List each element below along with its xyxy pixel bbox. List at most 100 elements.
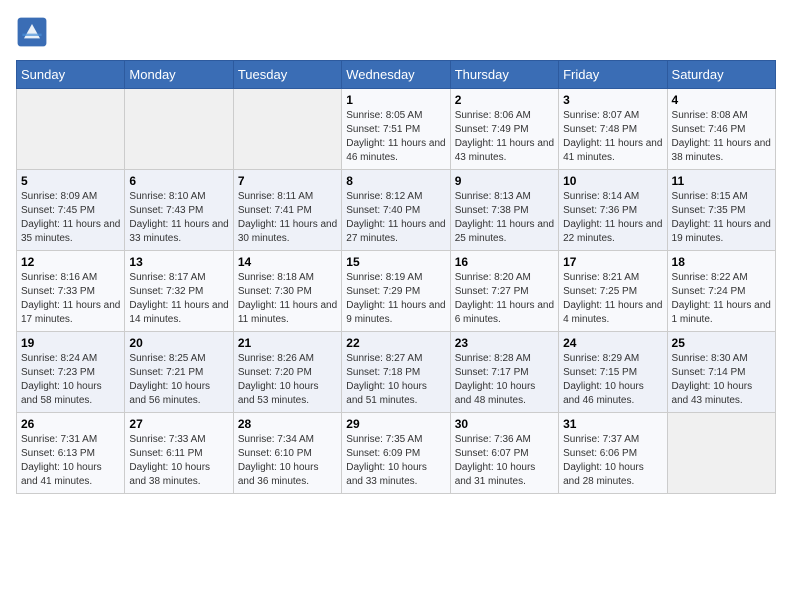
day-number: 24: [563, 336, 662, 350]
day-info: Sunrise: 8:13 AM Sunset: 7:38 PM Dayligh…: [455, 190, 554, 246]
day-info: Sunrise: 8:26 AM Sunset: 7:20 PM Dayligh…: [238, 352, 337, 408]
calendar-cell: 21 Sunrise: 8:26 AM Sunset: 7:20 PM Dayli…: [233, 332, 341, 413]
day-number: 28: [238, 417, 337, 431]
day-number: 6: [129, 174, 228, 188]
calendar-cell: 26 Sunrise: 7:31 AM Sunset: 6:13 PM Dayli…: [17, 413, 125, 494]
weekday-header-sunday: Sunday: [17, 61, 125, 89]
calendar-cell: 24 Sunrise: 8:29 AM Sunset: 7:15 PM Dayli…: [559, 332, 667, 413]
week-row-2: 5Sunrise: 8:09 AM Sunset: 7:45 PM Daylig…: [17, 170, 776, 251]
day-info: Sunrise: 8:18 AM Sunset: 7:30 PM Dayligh…: [238, 271, 337, 327]
day-number: 10: [563, 174, 662, 188]
weekday-row: SundayMondayTuesdayWednesdayThursdayFrid…: [17, 61, 776, 89]
day-number: 14: [238, 255, 337, 269]
day-info: Sunrise: 8:28 AM Sunset: 7:17 PM Dayligh…: [455, 352, 554, 408]
calendar-cell: 20 Sunrise: 8:25 AM Sunset: 7:21 PM Dayli…: [125, 332, 233, 413]
weekday-header-wednesday: Wednesday: [342, 61, 450, 89]
calendar-cell: [17, 89, 125, 170]
logo: [16, 16, 52, 48]
weekday-header-monday: Monday: [125, 61, 233, 89]
weekday-header-tuesday: Tuesday: [233, 61, 341, 89]
day-number: 4: [672, 93, 771, 107]
day-number: 25: [672, 336, 771, 350]
day-info: Sunrise: 8:19 AM Sunset: 7:29 PM Dayligh…: [346, 271, 445, 327]
day-number: 20: [129, 336, 228, 350]
calendar-cell: 31 Sunrise: 7:37 AM Sunset: 6:06 PM Dayli…: [559, 413, 667, 494]
day-info: Sunrise: 7:36 AM Sunset: 6:07 PM Dayligh…: [455, 433, 554, 489]
calendar-cell: 15 Sunrise: 8:19 AM Sunset: 7:29 PM Dayli…: [342, 251, 450, 332]
calendar-cell: 27 Sunrise: 7:33 AM Sunset: 6:11 PM Dayli…: [125, 413, 233, 494]
day-info: Sunrise: 8:24 AM Sunset: 7:23 PM Dayligh…: [21, 352, 120, 408]
day-number: 3: [563, 93, 662, 107]
day-info: Sunrise: 8:08 AM Sunset: 7:46 PM Dayligh…: [672, 109, 771, 165]
calendar-cell: [125, 89, 233, 170]
calendar-cell: 2 Sunrise: 8:06 AM Sunset: 7:49 PM Daylig…: [450, 89, 558, 170]
day-info: Sunrise: 7:35 AM Sunset: 6:09 PM Dayligh…: [346, 433, 445, 489]
day-info: Sunrise: 8:29 AM Sunset: 7:15 PM Dayligh…: [563, 352, 662, 408]
week-row-4: 19 Sunrise: 8:24 AM Sunset: 7:23 PM Dayli…: [17, 332, 776, 413]
day-number: 22: [346, 336, 445, 350]
calendar-cell: 29 Sunrise: 7:35 AM Sunset: 6:09 PM Dayli…: [342, 413, 450, 494]
day-info: Sunrise: 8:20 AM Sunset: 7:27 PM Dayligh…: [455, 271, 554, 327]
day-info: Sunrise: 8:27 AM Sunset: 7:18 PM Dayligh…: [346, 352, 445, 408]
day-number: 11: [672, 174, 771, 188]
page-header: [16, 16, 776, 48]
calendar-cell: 16Sunrise: 8:20 AM Sunset: 7:27 PM Dayli…: [450, 251, 558, 332]
calendar-cell: 22 Sunrise: 8:27 AM Sunset: 7:18 PM Dayli…: [342, 332, 450, 413]
day-info: Sunrise: 8:22 AM Sunset: 7:24 PM Dayligh…: [672, 271, 771, 327]
day-number: 30: [455, 417, 554, 431]
calendar-cell: 17 Sunrise: 8:21 AM Sunset: 7:25 PM Dayli…: [559, 251, 667, 332]
calendar-cell: 4 Sunrise: 8:08 AM Sunset: 7:46 PM Daylig…: [667, 89, 775, 170]
day-info: Sunrise: 7:31 AM Sunset: 6:13 PM Dayligh…: [21, 433, 120, 489]
calendar-cell: [233, 89, 341, 170]
day-number: 15: [346, 255, 445, 269]
calendar-cell: 3 Sunrise: 8:07 AM Sunset: 7:48 PM Daylig…: [559, 89, 667, 170]
day-number: 1: [346, 93, 445, 107]
calendar-cell: 12Sunrise: 8:16 AM Sunset: 7:33 PM Dayli…: [17, 251, 125, 332]
calendar-cell: 9 Sunrise: 8:13 AM Sunset: 7:38 PM Daylig…: [450, 170, 558, 251]
day-number: 9: [455, 174, 554, 188]
day-info: Sunrise: 8:10 AM Sunset: 7:43 PM Dayligh…: [129, 190, 228, 246]
day-info: Sunrise: 8:09 AM Sunset: 7:45 PM Dayligh…: [21, 190, 120, 246]
day-info: Sunrise: 8:21 AM Sunset: 7:25 PM Dayligh…: [563, 271, 662, 327]
day-info: Sunrise: 7:33 AM Sunset: 6:11 PM Dayligh…: [129, 433, 228, 489]
logo-icon: [16, 16, 48, 48]
day-info: Sunrise: 8:25 AM Sunset: 7:21 PM Dayligh…: [129, 352, 228, 408]
day-number: 19: [21, 336, 120, 350]
calendar-cell: 10 Sunrise: 8:14 AM Sunset: 7:36 PM Dayli…: [559, 170, 667, 251]
day-info: Sunrise: 8:14 AM Sunset: 7:36 PM Dayligh…: [563, 190, 662, 246]
day-number: 31: [563, 417, 662, 431]
day-info: Sunrise: 8:06 AM Sunset: 7:49 PM Dayligh…: [455, 109, 554, 165]
day-number: 17: [563, 255, 662, 269]
calendar-cell: [667, 413, 775, 494]
day-info: Sunrise: 8:17 AM Sunset: 7:32 PM Dayligh…: [129, 271, 228, 327]
calendar-cell: 6 Sunrise: 8:10 AM Sunset: 7:43 PM Daylig…: [125, 170, 233, 251]
day-number: 2: [455, 93, 554, 107]
day-number: 21: [238, 336, 337, 350]
calendar-body: 1 Sunrise: 8:05 AM Sunset: 7:51 PM Daylig…: [17, 89, 776, 494]
day-info: Sunrise: 8:16 AM Sunset: 7:33 PM Dayligh…: [21, 271, 120, 327]
day-number: 29: [346, 417, 445, 431]
day-info: Sunrise: 8:12 AM Sunset: 7:40 PM Dayligh…: [346, 190, 445, 246]
week-row-5: 26 Sunrise: 7:31 AM Sunset: 6:13 PM Dayli…: [17, 413, 776, 494]
calendar-cell: 25 Sunrise: 8:30 AM Sunset: 7:14 PM Dayli…: [667, 332, 775, 413]
day-info: Sunrise: 8:11 AM Sunset: 7:41 PM Dayligh…: [238, 190, 337, 246]
day-info: Sunrise: 8:07 AM Sunset: 7:48 PM Dayligh…: [563, 109, 662, 165]
calendar-cell: 13Sunrise: 8:17 AM Sunset: 7:32 PM Dayli…: [125, 251, 233, 332]
calendar-cell: 18Sunrise: 8:22 AM Sunset: 7:24 PM Dayli…: [667, 251, 775, 332]
calendar-cell: 7Sunrise: 8:11 AM Sunset: 7:41 PM Daylig…: [233, 170, 341, 251]
calendar-cell: 14 Sunrise: 8:18 AM Sunset: 7:30 PM Dayli…: [233, 251, 341, 332]
calendar-cell: 19 Sunrise: 8:24 AM Sunset: 7:23 PM Dayli…: [17, 332, 125, 413]
day-info: Sunrise: 8:05 AM Sunset: 7:51 PM Dayligh…: [346, 109, 445, 165]
day-info: Sunrise: 7:37 AM Sunset: 6:06 PM Dayligh…: [563, 433, 662, 489]
calendar-header: SundayMondayTuesdayWednesdayThursdayFrid…: [17, 61, 776, 89]
day-number: 26: [21, 417, 120, 431]
day-number: 27: [129, 417, 228, 431]
day-info: Sunrise: 8:30 AM Sunset: 7:14 PM Dayligh…: [672, 352, 771, 408]
calendar-cell: 28Sunrise: 7:34 AM Sunset: 6:10 PM Dayli…: [233, 413, 341, 494]
day-number: 8: [346, 174, 445, 188]
weekday-header-saturday: Saturday: [667, 61, 775, 89]
weekday-header-friday: Friday: [559, 61, 667, 89]
day-number: 23: [455, 336, 554, 350]
day-info: Sunrise: 8:15 AM Sunset: 7:35 PM Dayligh…: [672, 190, 771, 246]
calendar-cell: 8 Sunrise: 8:12 AM Sunset: 7:40 PM Daylig…: [342, 170, 450, 251]
